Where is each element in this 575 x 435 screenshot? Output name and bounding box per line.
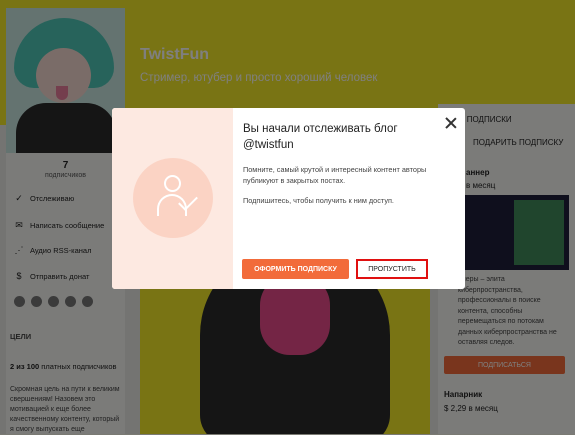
skip-button[interactable]: ПРОПУСТИТЬ [356,259,428,279]
close-icon[interactable] [443,115,459,131]
modal-illustration-panel [112,108,233,289]
follow-modal: Вы начали отслеживать блог @twistfun Пом… [112,108,465,289]
modal-text-cta: Подпишитесь, чтобы получить к ним доступ… [243,196,394,205]
modal-title: Вы начали отслеживать блог @twistfun [243,123,398,151]
modal-text-info: Помните, самый крутой и интересный конте… [243,165,427,185]
user-head-icon [164,175,181,192]
subscribe-button[interactable]: ОФОРМИТЬ ПОДПИСКУ [242,259,349,279]
